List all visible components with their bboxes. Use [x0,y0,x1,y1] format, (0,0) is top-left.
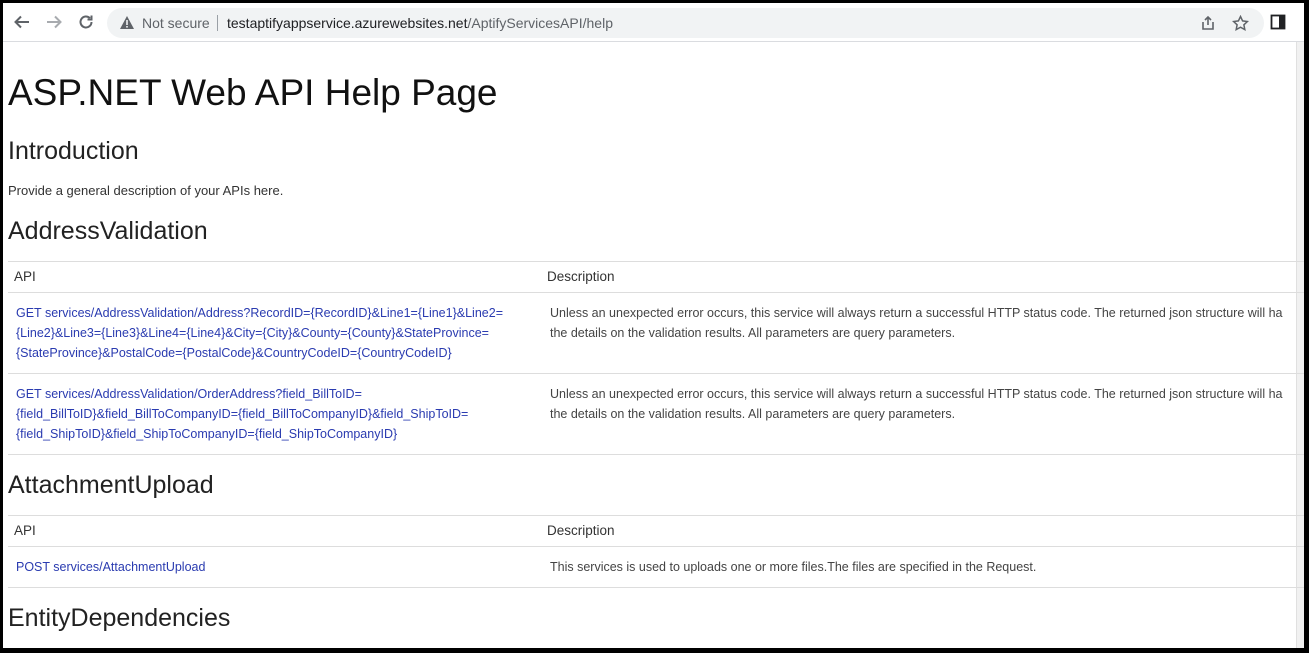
api-description: Unless an unexpected error occurs, this … [550,384,1304,424]
table-divider [8,373,1304,374]
url-host: testaptifyappservice.azurewebsites.net [227,15,468,31]
table-divider [8,587,1304,588]
url-path: /AptifyServicesAPI/help [467,15,613,31]
api-link-line[interactable]: {Line2}&Line3={Line3}&Line4={Line4}&City… [16,323,536,343]
description-line: the details on the validation results. A… [550,407,956,421]
table-divider [8,546,1304,547]
browser-window: Not secure testaptifyappservice.azureweb… [3,3,1304,648]
description-line: Unless an unexpected error occurs, this … [550,387,1283,401]
api-link-address[interactable]: GET services/AddressValidation/Address?R… [16,303,536,363]
back-arrow-icon[interactable] [11,11,33,33]
column-header-description: Description [547,269,615,284]
api-description: This services is used to uploads one or … [550,557,1304,577]
api-description: Unless an unexpected error occurs, this … [550,303,1304,343]
api-link-line[interactable]: GET services/AddressValidation/OrderAddr… [16,384,536,404]
url-text[interactable]: testaptifyappservice.azurewebsites.net/A… [227,15,613,31]
section-heading-entitydependencies: EntityDependencies [8,604,231,632]
section-heading-attachmentupload: AttachmentUpload [8,471,214,499]
description-line: the details on the validation results. A… [550,326,956,340]
api-link-line[interactable]: {StateProvince}&PostalCode={PostalCode}&… [16,343,536,363]
api-link-line[interactable]: POST services/AttachmentUpload [16,557,536,577]
introduction-text: Provide a general description of your AP… [8,183,284,198]
browser-toolbar: Not secure testaptifyappservice.azureweb… [3,3,1304,42]
introduction-heading: Introduction [8,137,139,165]
security-label[interactable]: Not secure [142,15,210,31]
forward-arrow-icon[interactable] [43,11,65,33]
description-line: Unless an unexpected error occurs, this … [550,306,1283,320]
page-title: ASP.NET Web API Help Page [8,72,498,113]
table-divider [8,292,1304,293]
star-icon[interactable] [1231,14,1249,32]
api-link-line[interactable]: {field_ShipToID}&field_ShipToCompanyID={… [16,424,536,444]
reload-icon[interactable] [75,11,97,33]
side-panel-icon[interactable] [1270,14,1286,35]
column-header-api: API [14,523,36,538]
table-divider [8,261,1304,262]
omnibox-separator [217,15,218,31]
api-link-line[interactable]: GET services/AddressValidation/Address?R… [16,303,536,323]
share-icon[interactable] [1199,14,1217,32]
table-divider [8,515,1304,516]
address-bar[interactable]: Not secure testaptifyappservice.azureweb… [107,8,1264,38]
table-divider [8,454,1304,455]
column-header-description: Description [547,523,615,538]
description-line: This services is used to uploads one or … [550,560,1037,574]
api-link-attachmentupload[interactable]: POST services/AttachmentUpload [16,557,536,577]
warning-triangle-icon[interactable] [119,15,135,35]
api-link-line[interactable]: {field_BillToID}&field_BillToCompanyID={… [16,404,536,424]
api-link-orderaddress[interactable]: GET services/AddressValidation/OrderAddr… [16,384,536,444]
section-heading-addressvalidation: AddressValidation [8,217,208,245]
column-header-api: API [14,269,36,284]
